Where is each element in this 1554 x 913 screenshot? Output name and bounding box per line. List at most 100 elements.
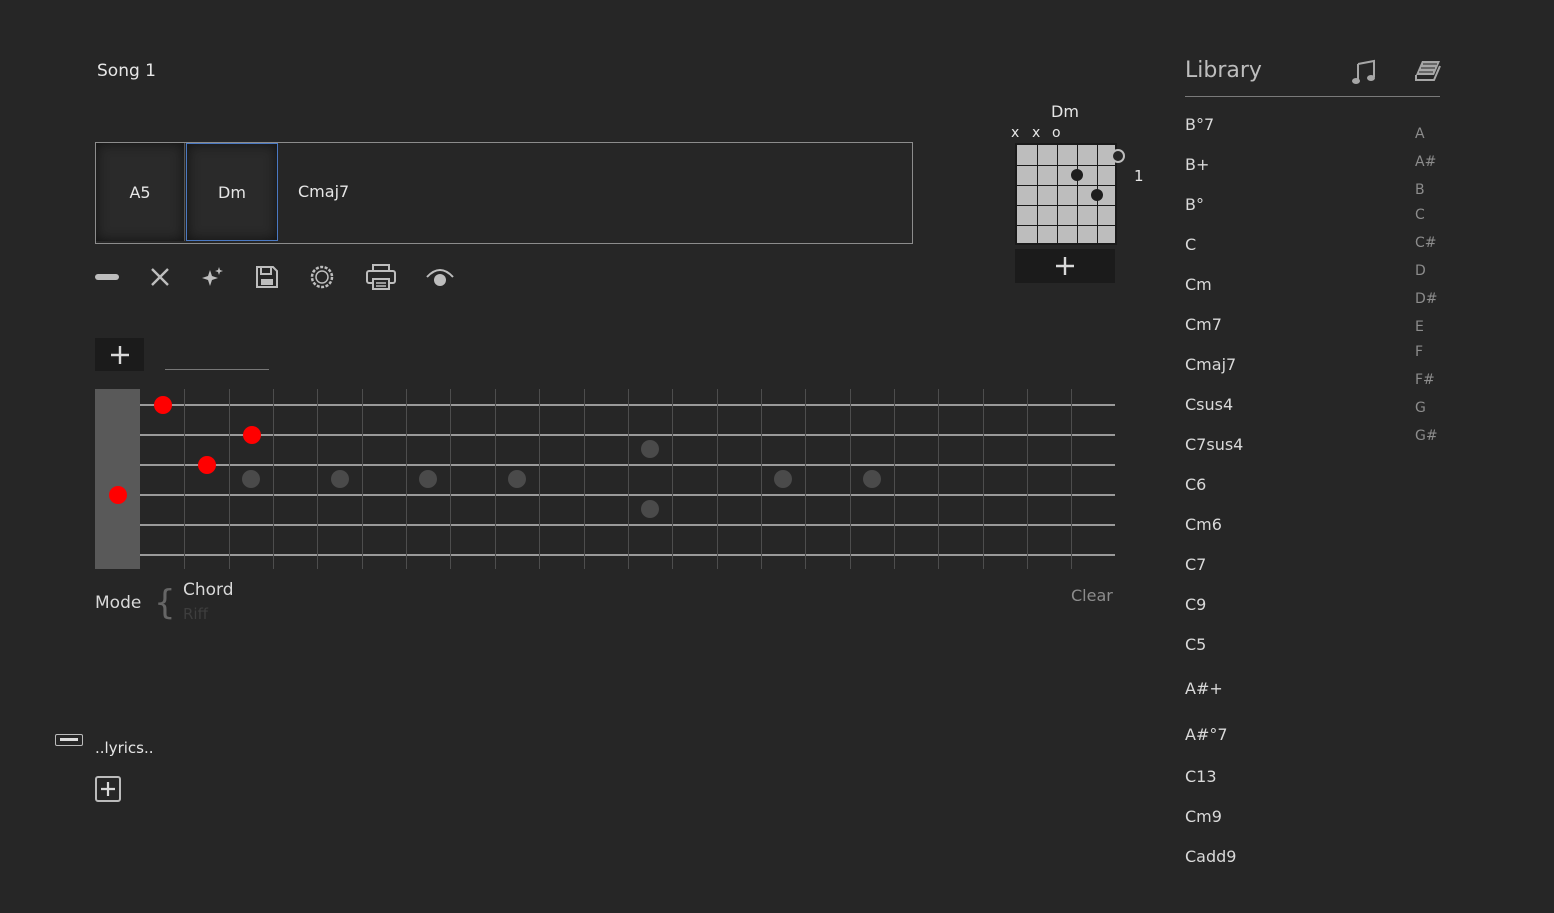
fret-line bbox=[584, 389, 585, 569]
diagram-dot[interactable] bbox=[1111, 149, 1125, 163]
root-note-item[interactable]: B bbox=[1415, 182, 1425, 198]
library-item[interactable]: B°7 bbox=[1185, 115, 1214, 134]
chord-diagram[interactable] bbox=[1015, 143, 1125, 245]
save-button[interactable] bbox=[252, 262, 282, 292]
root-note-item[interactable]: A# bbox=[1415, 154, 1436, 170]
chord-slot-a5[interactable]: A5 bbox=[96, 143, 185, 241]
fret-line bbox=[717, 389, 718, 569]
print-button[interactable] bbox=[364, 262, 398, 292]
lyrics-collapse-button[interactable] bbox=[55, 734, 83, 746]
fret-line bbox=[539, 389, 540, 569]
fretboard-note[interactable] bbox=[198, 456, 217, 474]
root-note-item[interactable]: C# bbox=[1415, 235, 1437, 251]
string-mark: x bbox=[1032, 125, 1041, 141]
settings-button[interactable] bbox=[307, 262, 337, 292]
plus-icon bbox=[110, 345, 129, 364]
root-note-item[interactable]: E bbox=[1415, 319, 1424, 335]
fret-line bbox=[229, 389, 230, 569]
fret-line bbox=[1027, 389, 1028, 569]
remove-chord-button[interactable] bbox=[92, 262, 122, 292]
library-item[interactable]: A#+ bbox=[1185, 679, 1223, 698]
root-note-item[interactable]: G# bbox=[1415, 428, 1438, 444]
string-mark: x bbox=[1011, 125, 1020, 141]
fret-line bbox=[317, 389, 318, 569]
diagram-fret-line bbox=[1017, 165, 1115, 166]
fret-line bbox=[850, 389, 851, 569]
fret-inlay bbox=[862, 470, 881, 488]
root-note-item[interactable]: F bbox=[1415, 344, 1423, 360]
root-note-item[interactable]: C bbox=[1415, 207, 1425, 223]
mode-option-riff[interactable]: Riff bbox=[183, 605, 208, 623]
root-note-item[interactable]: F# bbox=[1415, 372, 1435, 388]
fretboard-nut[interactable] bbox=[95, 389, 140, 569]
diagram-fret-line bbox=[1017, 185, 1115, 186]
diagram-dot[interactable] bbox=[1091, 189, 1103, 201]
fret-line bbox=[983, 389, 984, 569]
library-item[interactable]: Cm bbox=[1185, 275, 1212, 294]
library-item[interactable]: C13 bbox=[1185, 767, 1217, 786]
library-item[interactable]: Cm7 bbox=[1185, 315, 1222, 334]
library-item[interactable]: C6 bbox=[1185, 475, 1206, 494]
library-item[interactable]: Cmaj7 bbox=[1185, 355, 1236, 374]
fret-line bbox=[1071, 389, 1072, 569]
chord-slot-cmaj7[interactable]: Cmaj7 bbox=[298, 182, 349, 201]
fret-inlay bbox=[419, 470, 438, 488]
library-item[interactable]: Cadd9 bbox=[1185, 847, 1236, 866]
fretboard-note[interactable] bbox=[108, 486, 127, 504]
library-item[interactable]: B° bbox=[1185, 195, 1204, 214]
chord-slot-dm[interactable]: Dm bbox=[186, 143, 278, 241]
library-item[interactable]: C9 bbox=[1185, 595, 1206, 614]
fret-inlay bbox=[641, 440, 660, 458]
delete-button[interactable] bbox=[145, 262, 175, 292]
library-item[interactable]: B+ bbox=[1185, 155, 1209, 174]
diagram-fret-line bbox=[1017, 225, 1115, 226]
diagram-string-line bbox=[1077, 145, 1078, 243]
diagram-fret-number: 1 bbox=[1134, 167, 1144, 185]
fretboard-note[interactable] bbox=[242, 426, 261, 444]
save-icon bbox=[256, 266, 278, 288]
magic-button[interactable] bbox=[197, 262, 227, 292]
fretboard-note[interactable] bbox=[154, 396, 172, 414]
library-item[interactable]: Cm6 bbox=[1185, 515, 1222, 534]
fret-line bbox=[450, 389, 451, 569]
mode-brace: { bbox=[154, 583, 176, 623]
library-item[interactable]: C7 bbox=[1185, 555, 1206, 574]
print-icon bbox=[366, 264, 396, 290]
close-icon bbox=[151, 268, 169, 286]
diagram-dot[interactable] bbox=[1071, 169, 1083, 181]
clear-button[interactable]: Clear bbox=[1071, 586, 1113, 605]
fret-line bbox=[495, 389, 496, 569]
preview-button[interactable] bbox=[423, 262, 457, 292]
diagram-string-line bbox=[1057, 145, 1058, 243]
library-item[interactable]: A#°7 bbox=[1185, 725, 1228, 744]
chord-strip: A5 Dm Cmaj7 bbox=[95, 142, 913, 244]
library-item[interactable]: Csus4 bbox=[1185, 395, 1233, 414]
library-item[interactable]: C bbox=[1185, 235, 1196, 254]
fret-inlay bbox=[641, 500, 660, 518]
root-note-item[interactable]: G bbox=[1415, 400, 1426, 416]
fret-line bbox=[362, 389, 363, 569]
root-note-item[interactable]: D# bbox=[1415, 291, 1438, 307]
mode-option-chord[interactable]: Chord bbox=[183, 580, 234, 600]
root-note-item[interactable]: A bbox=[1415, 126, 1425, 142]
eye-icon bbox=[426, 269, 454, 286]
song-title[interactable]: Song 1 bbox=[97, 61, 156, 81]
root-note-item[interactable]: D bbox=[1415, 263, 1426, 279]
fretboard[interactable] bbox=[95, 389, 1120, 569]
library-item[interactable]: C5 bbox=[1185, 635, 1206, 654]
library-item[interactable]: C7sus4 bbox=[1185, 435, 1243, 454]
add-chord-button[interactable] bbox=[1015, 249, 1115, 283]
music-note-icon[interactable] bbox=[1350, 58, 1378, 90]
add-lyrics-button[interactable] bbox=[95, 776, 121, 802]
add-row-button[interactable] bbox=[95, 338, 144, 371]
fret-line bbox=[406, 389, 407, 569]
fret-line bbox=[761, 389, 762, 569]
fret-line bbox=[938, 389, 939, 569]
diagram-string-line bbox=[1037, 145, 1038, 243]
mode-label: Mode bbox=[95, 593, 142, 613]
library-item[interactable]: Cm9 bbox=[1185, 807, 1222, 826]
lyrics-text[interactable]: ..lyrics.. bbox=[95, 739, 154, 757]
book-stack-icon[interactable] bbox=[1414, 58, 1442, 90]
name-input[interactable] bbox=[165, 369, 269, 370]
fret-line bbox=[894, 389, 895, 569]
